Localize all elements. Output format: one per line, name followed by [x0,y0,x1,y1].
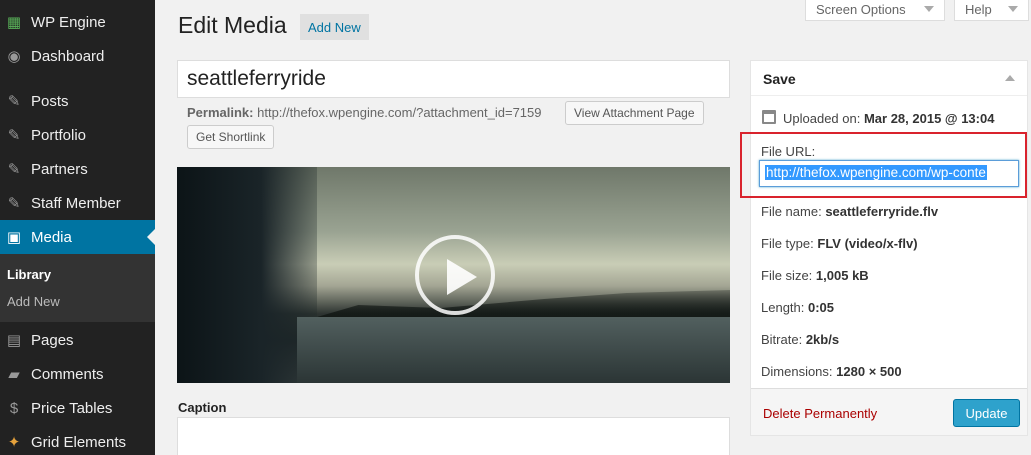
sidebar-item-label: Media [31,228,72,246]
dimensions: Dimensions: 1280 × 500 [761,364,902,379]
length-value: 0:05 [808,300,835,315]
submenu-item-add-new[interactable]: Add New [7,294,60,309]
calendar-icon [762,110,776,124]
sidebar-item-label: Portfolio [31,126,87,144]
sidebar-item-label: Posts [31,92,69,110]
video-treeline [317,290,730,317]
view-attachment-page-button[interactable]: View Attachment Page [565,101,704,125]
file-size: File size: 1,005 kB [761,268,869,283]
pushpin-icon: ✎ [7,195,21,212]
sidebar-item-comments[interactable]: ▰ Comments [0,357,155,391]
length: Length: 0:05 [761,300,834,315]
title-input-value: seattleferryride [187,67,326,90]
permalink-label: Permalink: [187,105,254,120]
delete-permanently-link[interactable]: Delete Permanently [763,406,877,421]
collapse-arrow-icon[interactable] [1005,75,1015,81]
file-type-value: FLV (video/x-flv) [817,236,918,251]
sidebar-item-portfolio[interactable]: ✎ Portfolio [0,118,155,152]
file-name-label: File name: [761,204,822,219]
wp-engine-icon: ▦ [6,14,22,31]
bitrate: Bitrate: 2kb/s [761,332,839,347]
file-name: File name: seattleferryride.flv [761,204,938,219]
page-title: Edit Media [178,12,287,38]
sidebar-item-label: WP Engine [31,13,106,31]
length-label: Length: [761,300,805,315]
submenu-item-library[interactable]: Library [7,267,51,282]
sidebar-item-posts[interactable]: ✎ Posts [0,84,155,118]
media-icon: ▣ [6,229,22,246]
caption-textarea[interactable] [177,417,730,455]
title-input[interactable]: seattleferryride [177,60,730,98]
play-button[interactable] [415,235,495,315]
active-indicator-arrow [147,229,155,245]
sidebar-item-price-tables[interactable]: $ Price Tables [0,391,155,425]
screen-options-label: Screen Options [816,1,906,17]
video-player[interactable] [177,167,730,383]
save-metabox: Save Uploaded on: Mar 28, 2015 @ 13:04 F… [750,60,1028,436]
sidebar-item-partners[interactable]: ✎ Partners [0,152,155,186]
pages-icon: ▤ [6,332,22,349]
sidebar-item-label: Price Tables [31,399,113,417]
chevron-down-icon [924,6,934,12]
sidebar-item-wp-engine[interactable]: ▦ WP Engine [0,5,155,39]
update-button[interactable]: Update [953,399,1020,427]
sidebar-item-grid-elements[interactable]: ✦ Grid Elements [0,425,155,455]
chevron-down-icon [1008,6,1018,12]
bitrate-label: Bitrate: [761,332,803,347]
sidebar-item-dashboard[interactable]: ◉ Dashboard [0,39,155,73]
get-shortlink-button[interactable]: Get Shortlink [187,125,275,149]
screen-options-button[interactable]: Screen Options [805,0,945,21]
file-type: File type: FLV (video/x-flv) [761,236,918,251]
file-size-value: 1,005 kB [815,268,869,283]
dimensions-value: 1280 × 500 [836,364,902,379]
pushpin-icon: ✎ [7,161,21,178]
uploaded-on-label: Uploaded on: [783,111,861,126]
video-frame-shadow [177,167,317,383]
sidebar-item-label: Dashboard [31,47,105,65]
pushpin-icon: ✎ [7,93,21,110]
save-metabox-title: Save [763,71,796,87]
help-label: Help [965,1,992,17]
sidebar-item-label: Staff Member [31,194,121,212]
sidebar-item-staff-member[interactable]: ✎ Staff Member [0,186,155,220]
dimensions-label: Dimensions: [761,364,833,379]
sidebar-item-label: Grid Elements [31,433,127,451]
sidebar-item-label: Comments [31,365,104,383]
file-name-value: seattleferryride.flv [825,204,939,219]
pushpin-icon: ✎ [7,127,21,144]
permalink-row: Permalink: http://thefox.wpengine.com/?a… [187,105,542,120]
bitrate-value: 2kb/s [805,332,840,347]
dashboard-icon: ◉ [7,48,21,65]
media-submenu: Library Add New [0,254,155,322]
file-size-label: File size: [761,268,813,283]
permalink-url[interactable]: http://thefox.wpengine.com/?attachment_i… [257,105,541,120]
admin-sidebar: ▦ WP Engine ◉ Dashboard ✎ Posts ✎ Portfo… [0,0,155,455]
comments-icon: ▰ [8,366,20,383]
add-new-button[interactable]: Add New [300,14,369,40]
play-icon [447,259,477,295]
file-type-label: File type: [761,236,814,251]
help-button[interactable]: Help [954,0,1029,21]
uploaded-on: Uploaded on: Mar 28, 2015 @ 13:04 [783,111,994,126]
save-metabox-footer: Delete Permanently Update [751,388,1027,435]
sidebar-item-pages[interactable]: ▤ Pages [0,323,155,357]
annotation-highlight-box [740,132,1027,198]
sidebar-item-media[interactable]: ▣ Media [0,220,155,254]
grid-elements-icon: ✦ [7,434,21,451]
caption-label: Caption [178,400,227,415]
save-metabox-header[interactable]: Save [751,61,1027,96]
sidebar-item-label: Pages [31,331,74,349]
dollar-icon: $ [9,399,19,417]
sidebar-item-label: Partners [31,160,88,178]
video-water [297,317,730,383]
uploaded-on-value: Mar 28, 2015 @ 13:04 [863,111,995,126]
